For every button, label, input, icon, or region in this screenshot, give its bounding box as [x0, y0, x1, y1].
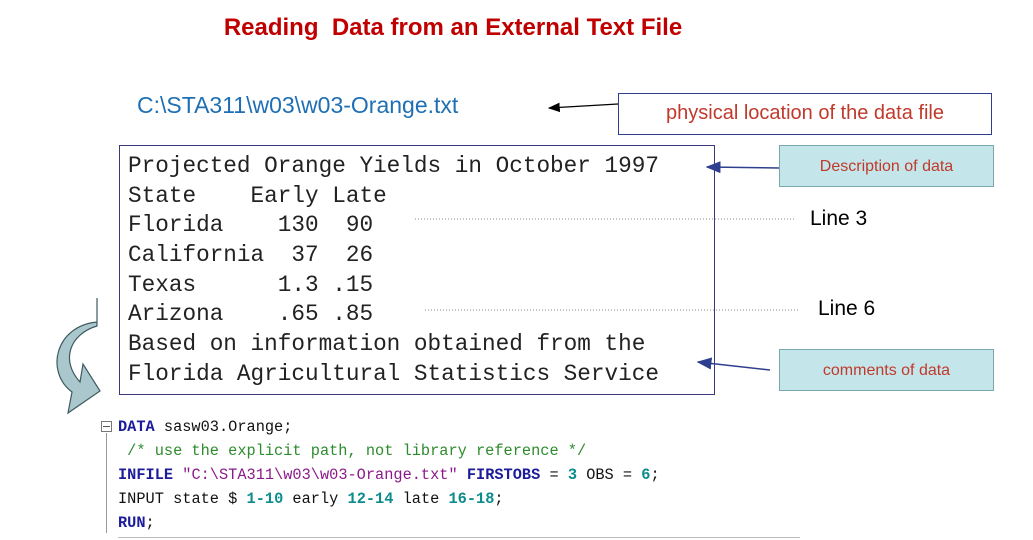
curved-flow-arrow: [56, 298, 101, 415]
code-line-2: /* use the explicit path, not library re…: [118, 442, 587, 460]
code-line-4: INPUT state $ 1-10 early 12-14 late 16-1…: [118, 490, 504, 508]
code-line-5: RUN;: [118, 514, 155, 532]
comments-connector-arrow: [696, 357, 771, 371]
description-connector-arrow: [705, 161, 780, 174]
sas-code-block: DATA sasw03.Orange; /* use the explicit …: [100, 416, 810, 540]
code-line-1: DATA sasw03.Orange;: [118, 418, 293, 436]
location-connector-arrow: [547, 102, 619, 113]
code-line-3: INFILE "C:\STA311\w03\w03-Orange.txt" FI…: [118, 466, 660, 484]
